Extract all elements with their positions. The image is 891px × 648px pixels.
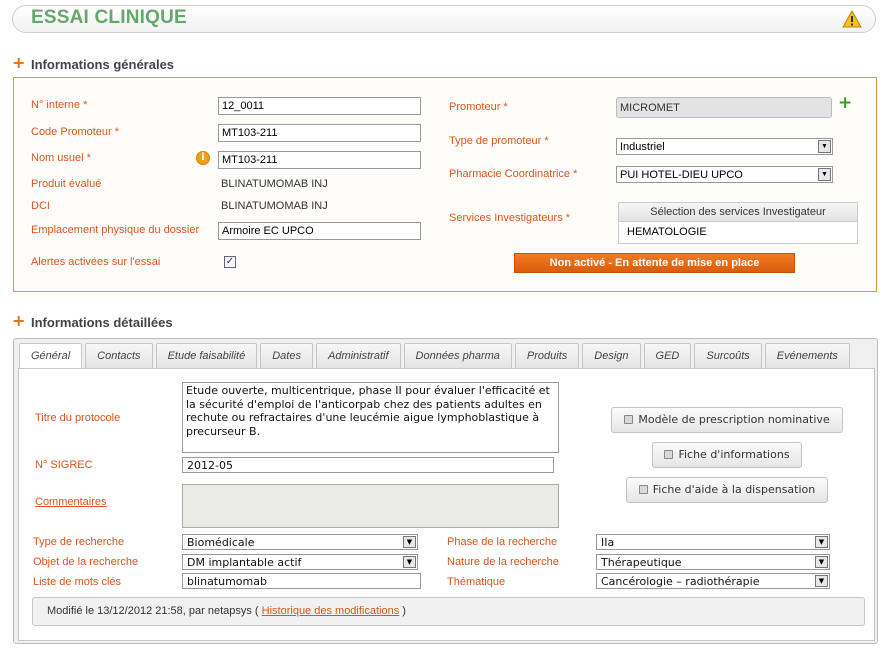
objet-recherche-select[interactable]: DM implantable actif ▼: [182, 554, 418, 570]
page-title: ESSAI CLINIQUE: [31, 7, 187, 28]
detail-section-title: Informations détaillées: [31, 315, 173, 330]
commentaires-link[interactable]: Commentaires: [35, 496, 107, 508]
tab-design[interactable]: Design: [582, 343, 641, 368]
pharmacie-label: Pharmacie Coordinatrice *: [449, 168, 578, 180]
general-section-title: Informations générales: [31, 57, 175, 72]
dci-value: BLINATUMOMAB INJ: [221, 200, 328, 212]
fiche-aide-button[interactable]: Fiche d'aide à la dispensation: [626, 477, 828, 503]
services-list-item[interactable]: HEMATOLOGIE: [618, 222, 858, 244]
document-icon: [624, 415, 634, 424]
nature-value: Thérapeutique: [601, 556, 682, 569]
emplacement-label: Emplacement physique du dossier: [31, 224, 200, 236]
objet-recherche-label: Objet de la recherche: [33, 556, 139, 568]
tab-surcouts[interactable]: Surcoûts: [694, 343, 762, 368]
titre-protocole-textarea[interactable]: Etude ouverte, multicentrique, phase II …: [182, 382, 559, 453]
thematique-value: Cancérologie – radiothérapie: [601, 575, 760, 588]
add-promoteur-icon[interactable]: +: [838, 93, 852, 113]
expand-detail-icon[interactable]: +: [12, 313, 25, 329]
type-recherche-select[interactable]: Biomédicale ▼: [182, 534, 418, 550]
modification-info: Modifié le 13/12/2012 21:58, par netapsy…: [32, 597, 865, 626]
nom-usuel-label: Nom usuel *: [31, 152, 91, 164]
type-promoteur-label: Type de promoteur *: [449, 135, 549, 147]
chevron-down-icon: ▼: [818, 140, 831, 153]
mots-cles-label: Liste de mots clés: [33, 576, 122, 588]
chevron-down-icon: ▼: [815, 536, 828, 548]
chevron-down-icon: ▼: [403, 536, 416, 548]
chevron-down-icon: ▼: [815, 575, 828, 587]
code-promoteur-input[interactable]: MT103-211: [218, 124, 421, 142]
tab-contacts[interactable]: Contacts: [85, 343, 153, 368]
produit-evalue-value: BLINATUMOMAB INJ: [221, 178, 328, 190]
tab-general[interactable]: Général: [19, 343, 83, 369]
promoteur-field[interactable]: MICROMET: [616, 97, 832, 118]
tab-etude-faisabilite[interactable]: Etude faisabilité: [155, 343, 258, 368]
numero-interne-label: N° interne *: [31, 99, 88, 111]
fiche-informations-button[interactable]: Fiche d'informations: [652, 442, 802, 468]
tab-dates[interactable]: Dates: [260, 343, 313, 368]
nature-select[interactable]: Thérapeutique ▼: [596, 554, 830, 570]
modification-close: ): [402, 605, 406, 617]
modele-prescription-label: Modèle de prescription nominative: [638, 413, 830, 426]
type-recherche-value: Biomédicale: [187, 536, 255, 549]
sigrec-label: N° SIGREC: [35, 459, 93, 471]
titre-protocole-text: Etude ouverte, multicentrique, phase II …: [186, 384, 550, 438]
tab-evenements[interactable]: Evénements: [764, 343, 850, 368]
historique-link[interactable]: Historique des modifications: [262, 605, 400, 617]
pharmacie-value: PUI HOTEL-DIEU UPCO: [620, 169, 743, 181]
tab-bar: Général Contacts Etude faisabilité Dates…: [19, 343, 850, 369]
services-header[interactable]: Sélection des services Investigateur: [618, 202, 858, 222]
tab-produits[interactable]: Produits: [514, 343, 580, 368]
phase-label: Phase de la recherche: [447, 536, 558, 548]
chevron-down-icon: ▼: [815, 556, 828, 568]
tab-administratif[interactable]: Administratif: [315, 343, 401, 368]
type-promoteur-select[interactable]: Industriel ▼: [616, 138, 833, 155]
chevron-down-icon: ▼: [818, 168, 831, 181]
services-label: Services Investigateurs *: [449, 212, 571, 224]
objet-recherche-value: DM implantable actif: [187, 556, 302, 569]
thematique-select[interactable]: Cancérologie – radiothérapie ▼: [596, 573, 830, 589]
modification-text: Modifié le 13/12/2012 21:58, par netapsy…: [47, 605, 259, 617]
phase-value: IIa: [601, 536, 615, 549]
type-promoteur-value: Industriel: [620, 141, 665, 153]
alertes-checkbox[interactable]: ✓: [224, 256, 236, 268]
pharmacie-select[interactable]: PUI HOTEL-DIEU UPCO ▼: [616, 166, 833, 183]
type-recherche-label: Type de recherche: [33, 536, 125, 548]
nature-label: Nature de la recherche: [447, 556, 559, 568]
phase-select[interactable]: IIa ▼: [596, 534, 830, 550]
status-badge: Non activé - En attente de mise en place: [514, 253, 795, 273]
emplacement-input[interactable]: Armoire EC UPCO: [218, 222, 421, 240]
fiche-aide-label: Fiche d'aide à la dispensation: [652, 483, 816, 496]
modele-prescription-button[interactable]: Modèle de prescription nominative: [611, 407, 843, 433]
dci-label: DCI: [31, 200, 50, 212]
promoteur-label: Promoteur *: [449, 101, 508, 113]
chevron-down-icon: ▼: [403, 556, 416, 568]
thematique-label: Thématique: [447, 576, 506, 588]
sigrec-input[interactable]: 2012-05: [182, 457, 554, 473]
expand-general-icon[interactable]: +: [12, 55, 25, 71]
alertes-label: Alertes activées sur l'essai: [31, 256, 161, 268]
nom-usuel-input[interactable]: MT103-211: [218, 151, 421, 169]
fiche-informations-label: Fiche d'informations: [678, 448, 790, 461]
tab-ged[interactable]: GED: [643, 343, 692, 368]
warning-icon[interactable]: [842, 9, 862, 31]
titre-protocole-label: Titre du protocole: [35, 412, 121, 424]
mots-cles-input[interactable]: blinatumomab: [182, 573, 421, 589]
numero-interne-input[interactable]: 12_0011: [218, 97, 421, 115]
code-promoteur-label: Code Promoteur *: [31, 126, 120, 138]
document-icon: [664, 450, 674, 459]
info-icon[interactable]: i: [196, 151, 210, 165]
produit-evalue-label: Produit évalué: [31, 178, 102, 190]
document-icon: [638, 485, 648, 494]
commentaires-textarea[interactable]: [182, 484, 559, 528]
tab-donnees-pharma[interactable]: Données pharma: [403, 343, 512, 368]
